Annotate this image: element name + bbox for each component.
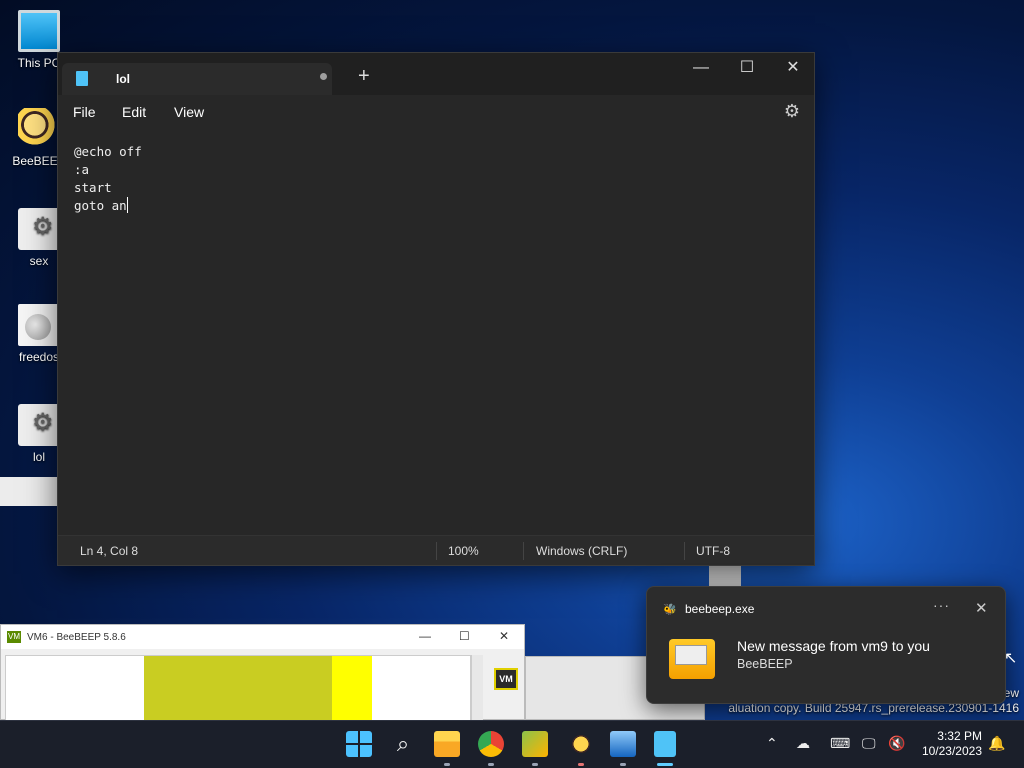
bee-icon — [18, 108, 60, 150]
line-ending: Windows (CRLF) — [536, 544, 628, 558]
toast-message: New message from vm9 to you — [737, 638, 930, 654]
envelope-icon — [669, 639, 715, 679]
clock[interactable]: 3:32 PM 10/23/2023 — [918, 729, 982, 759]
app-icon[interactable] — [522, 731, 548, 757]
minimize-button[interactable]: — — [678, 53, 724, 85]
menu-bar: File Edit View ⚙ — [58, 95, 814, 131]
toast-sender: BeeBEEP — [737, 657, 793, 671]
maximize-button[interactable]: ☐ — [459, 629, 470, 643]
toast-app-name: beebeep.exe — [685, 602, 755, 616]
menu-edit[interactable]: Edit — [122, 104, 146, 120]
settings-gear-icon[interactable]: ⚙ — [784, 101, 800, 122]
text-editor[interactable]: @echo off :a start goto an — [74, 143, 142, 215]
search-icon[interactable]: ⌕ — [390, 731, 416, 757]
notepad-taskbar-icon[interactable] — [654, 731, 676, 757]
computer-icon — [18, 10, 60, 52]
tab-lol[interactable]: lol — [62, 63, 332, 95]
close-icon[interactable]: ✕ — [975, 599, 988, 617]
menu-file[interactable]: File — [73, 104, 96, 120]
text-caret — [126, 197, 128, 213]
status-bar: Ln 4, Col 8 100% Windows (CRLF) UTF-8 — [58, 535, 814, 565]
network-icon[interactable]: 🖵 — [862, 735, 876, 752]
start-button[interactable] — [346, 731, 372, 757]
notification-bell-icon[interactable]: 🔔 — [988, 735, 1005, 752]
background-window-edge — [0, 477, 57, 506]
beebeep-title: VM6 - BeeBEEP 5.8.6 — [27, 632, 126, 643]
vm-logo-icon: VM — [7, 631, 21, 643]
batch-file-icon — [18, 208, 60, 250]
performance-monitor-icon[interactable] — [610, 731, 636, 757]
editor-line: start — [74, 180, 112, 195]
bee-icon: 🐝 — [663, 604, 677, 616]
cloud-icon[interactable]: ☁ — [796, 735, 810, 752]
file-explorer-icon[interactable] — [434, 731, 460, 757]
zoom-level: 100% — [448, 544, 479, 558]
beebeep-taskbar-icon[interactable] — [568, 731, 594, 757]
editor-line: :a — [74, 162, 90, 177]
chrome-icon[interactable] — [478, 731, 504, 757]
unsaved-dot-icon[interactable] — [320, 73, 327, 80]
new-tab-button[interactable]: + — [358, 66, 370, 86]
batch-file-icon — [18, 404, 60, 446]
volume-muted-icon[interactable]: 🔇 — [888, 735, 905, 752]
vm-screen-preview — [5, 655, 471, 721]
preview-image — [332, 656, 372, 720]
toast-notification[interactable]: 🐝 beebeep.exe ··· ✕ New message from vm9… — [646, 586, 1006, 704]
notepad-icon — [76, 71, 88, 86]
close-button[interactable]: ✕ — [499, 629, 509, 643]
background-window-edge — [709, 566, 741, 586]
vm-badge[interactable]: VM — [494, 668, 518, 690]
encoding: UTF-8 — [696, 544, 730, 558]
mouse-cursor-icon: ↖ — [1004, 650, 1018, 667]
keyboard-icon[interactable]: ⌨ — [830, 735, 850, 752]
beebeep-title-bar[interactable]: VM VM6 - BeeBEEP 5.8.6 — ☐ ✕ — [1, 625, 524, 649]
cursor-position: Ln 4, Col 8 — [80, 544, 139, 558]
menu-view[interactable]: View — [174, 104, 204, 120]
tab-title: lol — [116, 72, 130, 86]
beebeep-window[interactable]: VM VM6 - BeeBEEP 5.8.6 — ☐ ✕ VM — [0, 624, 525, 721]
disk-image-icon — [18, 304, 60, 346]
title-bar[interactable]: lol + — ☐ ✕ — [58, 53, 814, 95]
scrollbar[interactable] — [471, 655, 483, 721]
more-options-button[interactable]: ··· — [933, 597, 950, 613]
minimize-button[interactable]: — — [419, 629, 431, 643]
clock-date: 10/23/2023 — [921, 744, 982, 758]
close-button[interactable]: ✕ — [770, 53, 816, 85]
taskbar: ⌕ ⌃ ☁ ⌨ 🖵 🔇 3:32 PM 10/23/2023 🔔 — [0, 720, 1024, 768]
clock-time: 3:32 PM — [937, 729, 982, 743]
editor-line: goto an — [74, 198, 127, 213]
maximize-button[interactable]: ☐ — [724, 53, 770, 85]
editor-line: @echo off — [74, 144, 142, 159]
notepad-window[interactable]: lol + — ☐ ✕ File Edit View ⚙ @echo off :… — [57, 52, 815, 566]
chevron-up-icon[interactable]: ⌃ — [766, 735, 778, 752]
